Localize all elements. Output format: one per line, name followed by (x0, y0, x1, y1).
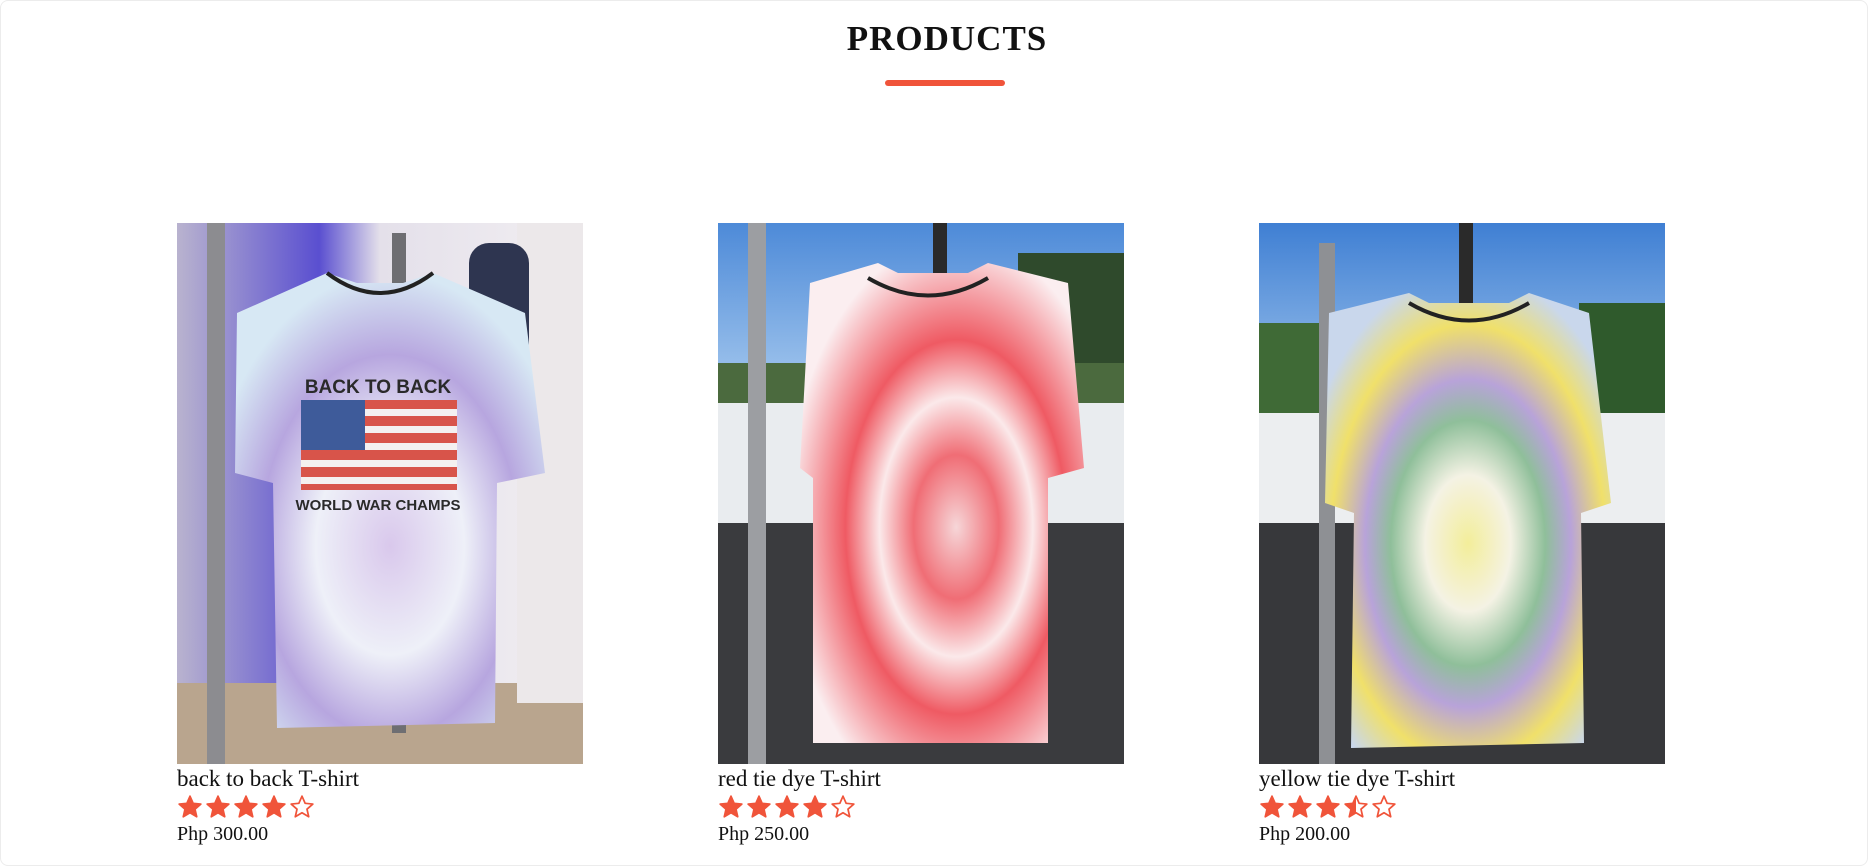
svg-text:BACK TO BACK: BACK TO BACK (305, 377, 452, 398)
star-full-icon (178, 795, 202, 818)
star-rating (718, 793, 1124, 821)
product-name[interactable]: back to back T-shirt (177, 766, 583, 792)
product-image[interactable] (718, 223, 1124, 764)
star-rating (1259, 793, 1665, 821)
product-price: Php 200.00 (1259, 823, 1351, 845)
star-full-icon (747, 795, 771, 818)
star-full-icon (1260, 795, 1284, 818)
star-empty-icon (831, 795, 855, 818)
star-half-icon (1344, 795, 1368, 818)
star-full-icon (775, 795, 799, 818)
star-empty-icon (1372, 795, 1396, 818)
product-price: Php 300.00 (177, 823, 269, 845)
title-underline (885, 80, 1005, 86)
product-card[interactable]: yellow tie dye T-shirt Php 200.00 (1259, 223, 1665, 846)
star-rating (177, 793, 583, 821)
product-image[interactable] (1259, 223, 1665, 764)
section-title: PRODUCTS (846, 19, 1048, 58)
product-name[interactable]: red tie dye T-shirt (718, 766, 1124, 792)
product-price: Php 250.00 (718, 823, 810, 845)
product-card[interactable]: red tie dye T-shirt Php 250.00 (718, 223, 1124, 846)
star-full-icon (803, 795, 827, 818)
products-section: PRODUCTS BACK TO BACK WORLD WAR CHAMPS b… (0, 0, 1868, 866)
star-full-icon (1316, 795, 1340, 818)
star-full-icon (234, 795, 258, 818)
product-card[interactable]: BACK TO BACK WORLD WAR CHAMPS back to ba… (177, 223, 583, 846)
star-full-icon (262, 795, 286, 818)
star-full-icon (206, 795, 230, 818)
star-full-icon (719, 795, 743, 818)
star-full-icon (1288, 795, 1312, 818)
svg-text:WORLD WAR CHAMPS: WORLD WAR CHAMPS (296, 497, 461, 514)
product-image[interactable]: BACK TO BACK WORLD WAR CHAMPS (177, 223, 583, 764)
product-name[interactable]: yellow tie dye T-shirt (1259, 766, 1665, 792)
star-empty-icon (290, 795, 314, 818)
